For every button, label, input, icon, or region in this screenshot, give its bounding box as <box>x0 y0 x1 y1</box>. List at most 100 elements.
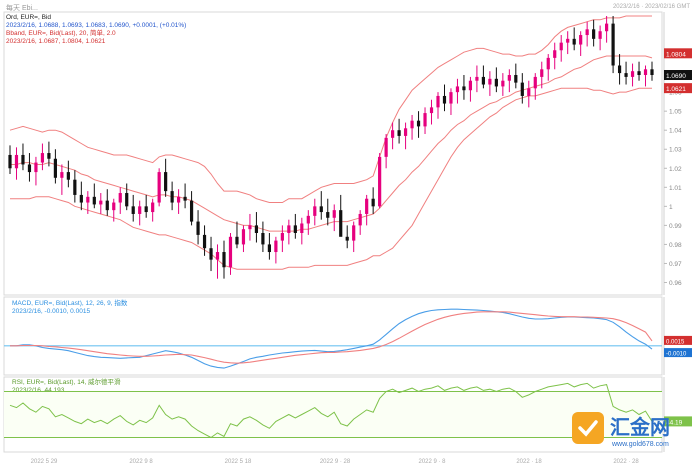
candle-body <box>287 225 291 233</box>
candle-body <box>319 206 323 213</box>
main-legend-values: 2023/2/16, 1.0688, 1.0693, 1.0683, 1.069… <box>6 22 186 29</box>
candle-body <box>410 120 414 129</box>
candle-body <box>546 57 550 70</box>
candle-body <box>566 38 570 43</box>
candle-body <box>475 76 479 81</box>
candle-body <box>598 31 602 39</box>
candle-body <box>643 69 648 76</box>
candle-body <box>189 200 194 222</box>
candle-body <box>397 130 401 136</box>
x-axis-label: 2022 · 18 <box>516 459 542 465</box>
candle-body <box>151 202 155 213</box>
candle-body <box>611 23 615 66</box>
candle-body <box>455 86 460 93</box>
candle-body <box>624 73 628 77</box>
candle-body <box>177 196 181 203</box>
candle-body <box>507 75 511 81</box>
price-tick-label: 1.02 <box>669 166 682 173</box>
candle-body <box>429 107 434 114</box>
candle-body <box>53 158 57 178</box>
candle-body <box>300 223 304 233</box>
candle-body <box>34 162 38 173</box>
candle-body <box>352 225 356 241</box>
x-axis-label: 2022 9 · 28 <box>320 459 351 465</box>
macd-legend-title: MACD, EUR=, Bid(Last), 12, 26, 9, 指数 <box>12 298 128 307</box>
watermark-icon <box>572 412 604 444</box>
macd-legend-values: 2023/2/16, -0.0010, 0.0015 <box>12 308 90 315</box>
candle-body <box>462 86 466 91</box>
candle-body <box>488 78 492 85</box>
chart-window: 每天 Ebi... 2023/2/16 · 2023/02/16 GMT Ord… <box>0 0 696 468</box>
candle-body <box>559 42 563 51</box>
candle-body <box>306 215 310 224</box>
candle-body <box>170 191 174 203</box>
candle-body <box>73 179 77 195</box>
bband-legend-values: 2023/2/16, 1.0687, 1.0804, 1.0621 <box>6 38 106 45</box>
candle-body <box>196 221 200 235</box>
x-axis-label: 2022 9 · 8 <box>418 459 446 465</box>
candle-body <box>79 194 83 203</box>
header-left-label: 每天 Ebi... <box>6 3 38 12</box>
candle-body <box>533 76 537 89</box>
rsi-legend-title: RSI, EUR=, Bid(Last), 14, 威尔德平滑 <box>12 377 121 386</box>
price-badge-label: 1.0621 <box>666 86 686 93</box>
candle-body <box>118 193 122 203</box>
price-badge-label: 1.0690 <box>666 73 686 80</box>
candle-body <box>215 252 220 260</box>
candle-body <box>228 236 233 268</box>
candle-body <box>40 153 45 163</box>
candle-body <box>112 202 116 211</box>
x-axis-label: 2022 5 18 <box>225 459 252 465</box>
candle-body <box>125 193 129 207</box>
candle-body <box>403 128 408 136</box>
candle-body <box>164 172 168 192</box>
candle-body <box>248 225 252 230</box>
candle-body <box>527 88 531 96</box>
candle-body <box>99 200 103 205</box>
chart-canvas[interactable]: 每天 Ebi... 2023/2/16 · 2023/02/16 GMT Ord… <box>0 0 696 468</box>
candle-body <box>442 95 447 104</box>
candle-body <box>27 164 32 173</box>
price-tick-label: 0.97 <box>669 261 682 268</box>
candle-body <box>637 71 641 76</box>
candle-body <box>617 65 622 74</box>
candle-body <box>144 206 148 213</box>
candle-body <box>261 232 265 245</box>
rsi-band-fill <box>4 391 662 438</box>
candle-body <box>47 153 51 159</box>
candle-body <box>209 248 213 260</box>
candle-body <box>222 252 226 268</box>
x-axis-label: 2022 · 28 <box>613 459 639 465</box>
candle-body <box>202 234 207 249</box>
candle-body <box>332 210 336 218</box>
candle-body <box>267 244 271 253</box>
candle-body <box>630 71 635 77</box>
candle-body <box>8 154 12 169</box>
price-tick-label: 1.05 <box>669 109 682 116</box>
candle-body <box>157 172 161 203</box>
candle-body <box>21 154 25 165</box>
candle-body <box>384 137 388 157</box>
price-tick-label: 1 <box>669 204 673 211</box>
candle-body <box>66 172 70 180</box>
watermark-logo: 汇金网 www.gold678.com <box>568 410 688 450</box>
price-tick-label: 0.96 <box>669 280 682 287</box>
candle-body <box>579 35 583 45</box>
candle-body <box>650 69 654 76</box>
candle-body <box>520 82 524 96</box>
bband-legend-title: Bband, EUR=, Bid(Last), 20, 简单, 2.0 <box>6 28 116 37</box>
candle-body <box>481 76 485 85</box>
price-tick-label: 1.03 <box>669 147 682 154</box>
candle-body <box>449 92 453 104</box>
candle-body <box>436 95 440 108</box>
candle-body <box>345 236 349 241</box>
candle-body <box>92 196 96 205</box>
candle-body <box>416 120 421 127</box>
candle-body <box>371 198 375 207</box>
price-tick-label: 1.04 <box>669 128 682 135</box>
candle-body <box>339 210 343 237</box>
candle-body <box>280 232 284 241</box>
main-legend-title: Ord, EUR=, Bid <box>6 14 51 21</box>
x-axis-label: 2022 9 8 <box>129 459 153 465</box>
candle-body <box>378 156 382 207</box>
